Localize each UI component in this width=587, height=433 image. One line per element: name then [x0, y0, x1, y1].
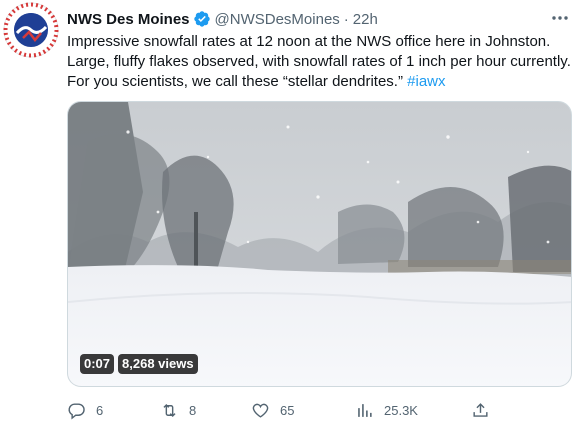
tweet[interactable]: NWS Des Moines @NWSDesMoines · 22h Impre… [0, 0, 587, 433]
like-button[interactable]: 65 [251, 398, 294, 422]
timestamp[interactable]: 22h [353, 11, 378, 28]
reply-icon [68, 402, 85, 419]
heart-icon [252, 403, 269, 418]
nws-logo-icon [3, 2, 59, 58]
tweet-text: Impressive snowfall rates at 12 noon at … [67, 32, 572, 92]
retweet-count: 8 [189, 402, 197, 418]
tweet-header: NWS Des Moines @NWSDesMoines · 22h [67, 9, 378, 29]
views-button[interactable]: 25.3K [355, 398, 418, 422]
reply-button[interactable]: 6 [67, 398, 103, 422]
video-badges: 0:07 8,268 views [80, 354, 198, 374]
reply-count: 6 [96, 402, 104, 418]
verified-badge-icon[interactable] [193, 10, 211, 28]
share-icon [473, 402, 488, 417]
video-view-count: 8,268 views [118, 354, 198, 374]
hashtag-link[interactable]: #iawx [407, 73, 445, 90]
retweet-icon [163, 403, 176, 417]
video-duration: 0:07 [80, 354, 115, 374]
analytics-icon [358, 403, 372, 417]
separator-dot: · [343, 10, 349, 28]
avatar[interactable] [3, 2, 59, 58]
more-icon [552, 16, 568, 20]
tweet-body: Impressive snowfall rates at 12 noon at … [67, 33, 571, 90]
snowy-landscape-video-frame [68, 102, 571, 386]
author-handle[interactable]: @NWSDesMoines [215, 11, 340, 28]
video-player[interactable]: 0:07 8,268 views [67, 101, 572, 387]
retweet-button[interactable]: 8 [160, 398, 196, 422]
more-options-button[interactable] [549, 8, 571, 28]
view-count: 25.3K [384, 402, 418, 418]
like-count: 65 [280, 402, 295, 418]
author-name[interactable]: NWS Des Moines [67, 11, 190, 28]
share-button[interactable] [471, 398, 490, 422]
action-bar: 6 8 65 25.3K [67, 398, 497, 422]
